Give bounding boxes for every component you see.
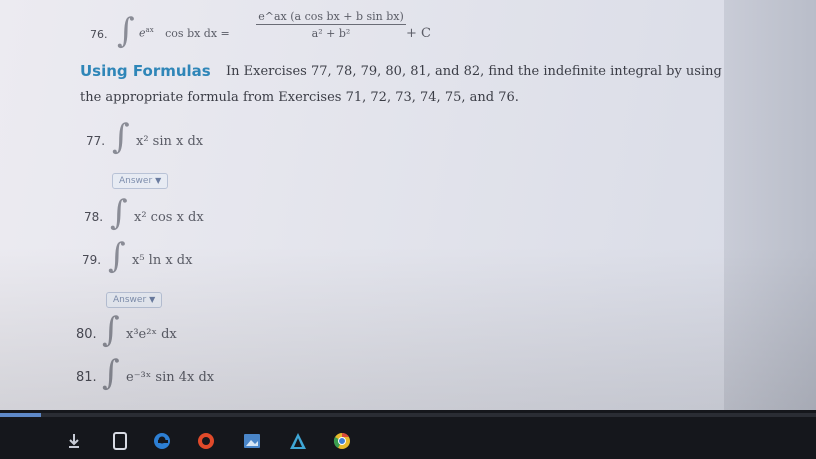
section-heading: Using Formulas	[80, 62, 211, 80]
answer-button-79[interactable]: Answer ▼	[106, 292, 163, 308]
integral-sign-icon: ∫	[102, 353, 120, 393]
progress-fill	[0, 413, 41, 417]
exercise-78-number: 78.	[84, 210, 104, 224]
fraction-numerator: e^ax (a cos bx + b sin bx)	[256, 10, 406, 25]
exercise-80-expression: x³e²ˣ dx	[126, 327, 177, 342]
answer-label: Answer	[119, 176, 153, 186]
chrome-icon[interactable]	[332, 431, 352, 451]
instructions-line-1: In Exercises 77, 78, 79, 80, 81, and 82,…	[226, 64, 722, 79]
exercise-77-expression: x² sin x dx	[136, 134, 204, 149]
exercise-76-integrand: eax cos bx dx =	[139, 26, 230, 40]
exercise-77-number: 77.	[86, 134, 106, 148]
exercise-81-expression: e⁻³ˣ sin 4x dx	[126, 370, 215, 385]
chevron-down-icon: ▼	[155, 176, 162, 185]
photos-icon[interactable]	[242, 431, 262, 451]
artwork-icon[interactable]	[288, 431, 308, 451]
integral-sign-icon: ∫	[112, 117, 130, 157]
exercise-80-number: 80.	[76, 327, 97, 342]
integrand-exponent: ax	[145, 26, 154, 34]
constant-of-integration: + C	[406, 26, 431, 41]
exercise-81-number: 81.	[76, 370, 97, 385]
exercise-78-expression: x² cos x dx	[134, 210, 204, 225]
fraction-denominator: a² + b²	[311, 27, 351, 40]
exercise-79-number: 79.	[82, 253, 102, 267]
instructions-line-2: the appropriate formula from Exercises 7…	[80, 90, 519, 105]
integral-sign-icon: ∫	[102, 310, 120, 350]
screen-edge-shadow	[724, 0, 816, 410]
integral-sign-icon: ∫	[117, 11, 135, 51]
textbook-page: 76. ∫ eax cos bx dx = e^ax (a cos bx + b…	[0, 0, 816, 410]
exercise-79-expression: x⁵ ln x dx	[132, 253, 193, 268]
edge-browser-icon[interactable]	[152, 431, 172, 451]
exercise-76-number: 76.	[90, 28, 108, 41]
exercise-76-result-fraction: e^ax (a cos bx + b sin bx) a² + b²	[256, 10, 406, 40]
integral-sign-icon: ∫	[108, 236, 126, 276]
tablet-icon[interactable]	[110, 431, 130, 451]
office-icon[interactable]	[196, 431, 216, 451]
integrand-rest: cos bx dx =	[165, 26, 230, 40]
download-icon[interactable]	[64, 431, 84, 451]
answer-button-77[interactable]: Answer ▼	[112, 173, 169, 189]
integral-sign-icon: ∫	[110, 193, 128, 233]
chevron-down-icon: ▼	[149, 295, 156, 304]
answer-label: Answer	[113, 295, 147, 305]
page-progress-bar	[0, 413, 816, 417]
